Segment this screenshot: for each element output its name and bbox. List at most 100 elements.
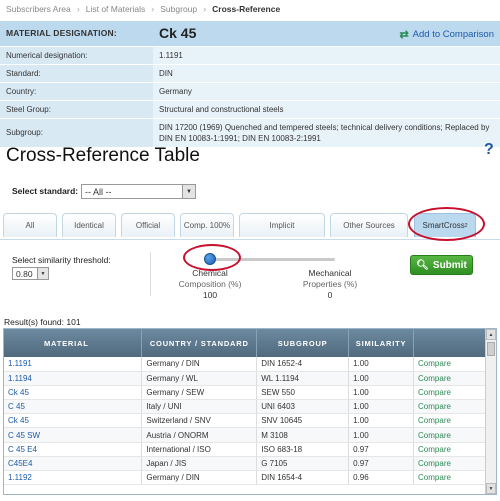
add-to-comparison-label: Add to Comparison xyxy=(412,29,494,40)
compare-link[interactable]: Compare xyxy=(413,456,486,472)
tab-label: All xyxy=(25,221,35,230)
country-standard-cell: Germany / DIN xyxy=(141,470,258,486)
standard-select-value: -- All -- xyxy=(85,186,112,197)
compare-link[interactable]: Compare xyxy=(413,399,486,415)
tab-smartcross[interactable]: SmartCross 2 xyxy=(414,213,476,237)
select-standard-label: Select standard: xyxy=(12,186,79,196)
results-scrollbar[interactable]: ▲ ▼ xyxy=(485,329,496,494)
material-link[interactable]: C 45 E4 xyxy=(4,442,143,457)
scroll-up-icon[interactable]: ▲ xyxy=(486,329,496,340)
breadcrumb-subgroup[interactable]: Subgroup xyxy=(160,4,197,14)
country-standard-cell: Germany / WL xyxy=(141,371,258,386)
subgroup-cell: DIN 1654-4 xyxy=(256,470,350,486)
numerical-designation-link[interactable]: 1.1191 xyxy=(153,46,500,65)
standard-select[interactable]: -- All -- ▼ xyxy=(81,184,196,199)
subgroup-cell: DIN 1652-4 xyxy=(256,357,350,372)
column-header-material[interactable]: MATERIAL xyxy=(4,329,143,357)
column-header-country[interactable]: COUNTRY / STANDARD xyxy=(141,329,258,357)
scroll-down-icon[interactable]: ▼ xyxy=(486,483,496,494)
tab-label: SmartCross xyxy=(422,221,465,230)
similarity-cell: 0.96 xyxy=(348,470,415,486)
table-row: C 45 Italy / UNI UNI 6403 1.00 Compare xyxy=(4,399,486,415)
country-standard-cell: Switzerland / SNV xyxy=(141,413,258,429)
mechanical-title: Mechanical xyxy=(308,268,352,278)
submit-button[interactable]: 🔍︎ Submit xyxy=(410,255,473,275)
breadcrumb-separator-icon: › xyxy=(76,4,80,14)
material-link[interactable]: 1.1191 xyxy=(4,357,143,372)
compare-link[interactable]: Compare xyxy=(413,427,486,443)
scroll-thumb[interactable] xyxy=(487,342,495,356)
subgroup-cell: UNI 6403 xyxy=(256,399,350,415)
subgroup-cell: G 7105 xyxy=(256,456,350,472)
material-link[interactable]: C 45 SW xyxy=(4,427,143,443)
subgroup-cell: WL 1.1194 xyxy=(256,371,350,386)
threshold-value: 0.80 xyxy=(16,268,33,279)
breadcrumb-subscribers-area[interactable]: Subscribers Area xyxy=(6,4,71,14)
numerical-designation-label: Numerical designation: xyxy=(0,46,153,65)
tab-other-sources[interactable]: Other Sources xyxy=(330,213,408,237)
composition-slider-track[interactable] xyxy=(205,258,335,261)
results-table-container: MATERIAL COUNTRY / STANDARD SUBGROUP SIM… xyxy=(3,328,497,495)
steel-group-label: Steel Group: xyxy=(0,100,153,119)
table-row: 1.1191 Germany / DIN DIN 1652-4 1.00 Compare xyxy=(4,357,486,372)
column-header-similarity[interactable]: SIMILARITY xyxy=(348,329,415,357)
standard-value: DIN xyxy=(153,64,500,83)
table-row: Ck 45 Germany / SEW SEW 550 1.00 Compare xyxy=(4,385,486,401)
similarity-cell: 1.00 xyxy=(348,427,415,443)
tab-superscript: 2 xyxy=(464,222,468,229)
material-link[interactable]: 1.1194 xyxy=(4,371,143,386)
similarity-cell: 1.00 xyxy=(348,357,415,372)
compare-link[interactable]: Compare xyxy=(413,470,486,486)
material-link[interactable]: C45E4 xyxy=(4,456,143,472)
breadcrumb-list-of-materials[interactable]: List of Materials xyxy=(86,4,146,14)
tab-label: Comp. 100% xyxy=(183,221,231,230)
mechanical-value: 0 xyxy=(327,290,333,300)
tab-comp-100[interactable]: Comp. 100% xyxy=(180,213,234,237)
help-icon[interactable]: ? xyxy=(484,141,494,159)
subgroup-cell: SNV 10645 xyxy=(256,413,350,429)
country-standard-cell: Japan / JIS xyxy=(141,456,258,472)
results-count: Result(s) found: 101 xyxy=(4,317,81,327)
compare-link[interactable]: Compare xyxy=(413,442,486,457)
search-icon: 🔍︎ xyxy=(416,259,429,271)
column-header-subgroup[interactable]: SUBGROUP xyxy=(256,329,350,357)
divider xyxy=(150,252,151,296)
tab-label: Other Sources xyxy=(343,221,395,230)
chemical-title: Chemical xyxy=(192,268,228,278)
material-link[interactable]: 1.1192 xyxy=(4,470,143,486)
threshold-label: Select similarity threshold: xyxy=(12,255,111,265)
tab-all[interactable]: All xyxy=(3,213,57,237)
material-link[interactable]: Ck 45 xyxy=(4,413,143,429)
tab-label: Official xyxy=(135,221,161,230)
breadcrumb-separator-icon: › xyxy=(151,4,155,14)
breadcrumb-current: Cross-Reference xyxy=(212,4,281,14)
material-link[interactable]: C 45 xyxy=(4,399,143,415)
composition-slider-handle[interactable] xyxy=(204,253,216,265)
steel-group-value: Structural and constructional steels xyxy=(153,100,500,119)
designation-label: MATERIAL DESIGNATION: xyxy=(0,21,153,47)
chevron-down-icon: ▼ xyxy=(37,268,48,279)
table-row: 1.1192 Germany / DIN DIN 1654-4 0.96 Compare xyxy=(4,470,486,486)
similarity-cell: 0.97 xyxy=(348,456,415,472)
compare-arrows-icon: ⇄ xyxy=(399,29,409,41)
compare-link[interactable]: Compare xyxy=(413,357,486,372)
designation-value: Ck 45 xyxy=(159,25,197,42)
filter-tabs: All Identical Official Comp. 100% Implic… xyxy=(0,210,500,240)
compare-link[interactable]: Compare xyxy=(413,385,486,401)
threshold-select[interactable]: 0.80 ▼ xyxy=(12,267,49,280)
compare-link[interactable]: Compare xyxy=(413,413,486,429)
mechanical-sub: Properties (%) xyxy=(302,279,358,289)
subgroup-cell: ISO 683-18 xyxy=(256,442,350,457)
tab-official[interactable]: Official xyxy=(121,213,175,237)
tab-identical[interactable]: Identical xyxy=(62,213,116,237)
page-title: Cross-Reference Table xyxy=(6,145,200,166)
standard-label: Standard: xyxy=(0,64,153,83)
compare-link[interactable]: Compare xyxy=(413,371,486,386)
tab-implicit[interactable]: Implicit xyxy=(239,213,325,237)
material-link[interactable]: Ck 45 xyxy=(4,385,143,401)
table-row: 1.1194 Germany / WL WL 1.1194 1.00 Compare xyxy=(4,371,486,386)
add-to-comparison-link[interactable]: ⇄ Add to Comparison xyxy=(399,28,494,41)
subgroup-cell: M 3108 xyxy=(256,427,350,443)
table-row: C 45 E4 International / ISO ISO 683-18 0.97… xyxy=(4,442,486,457)
table-row: C 45 SW Austria / ONORM M 3108 1.00 Compare xyxy=(4,427,486,443)
